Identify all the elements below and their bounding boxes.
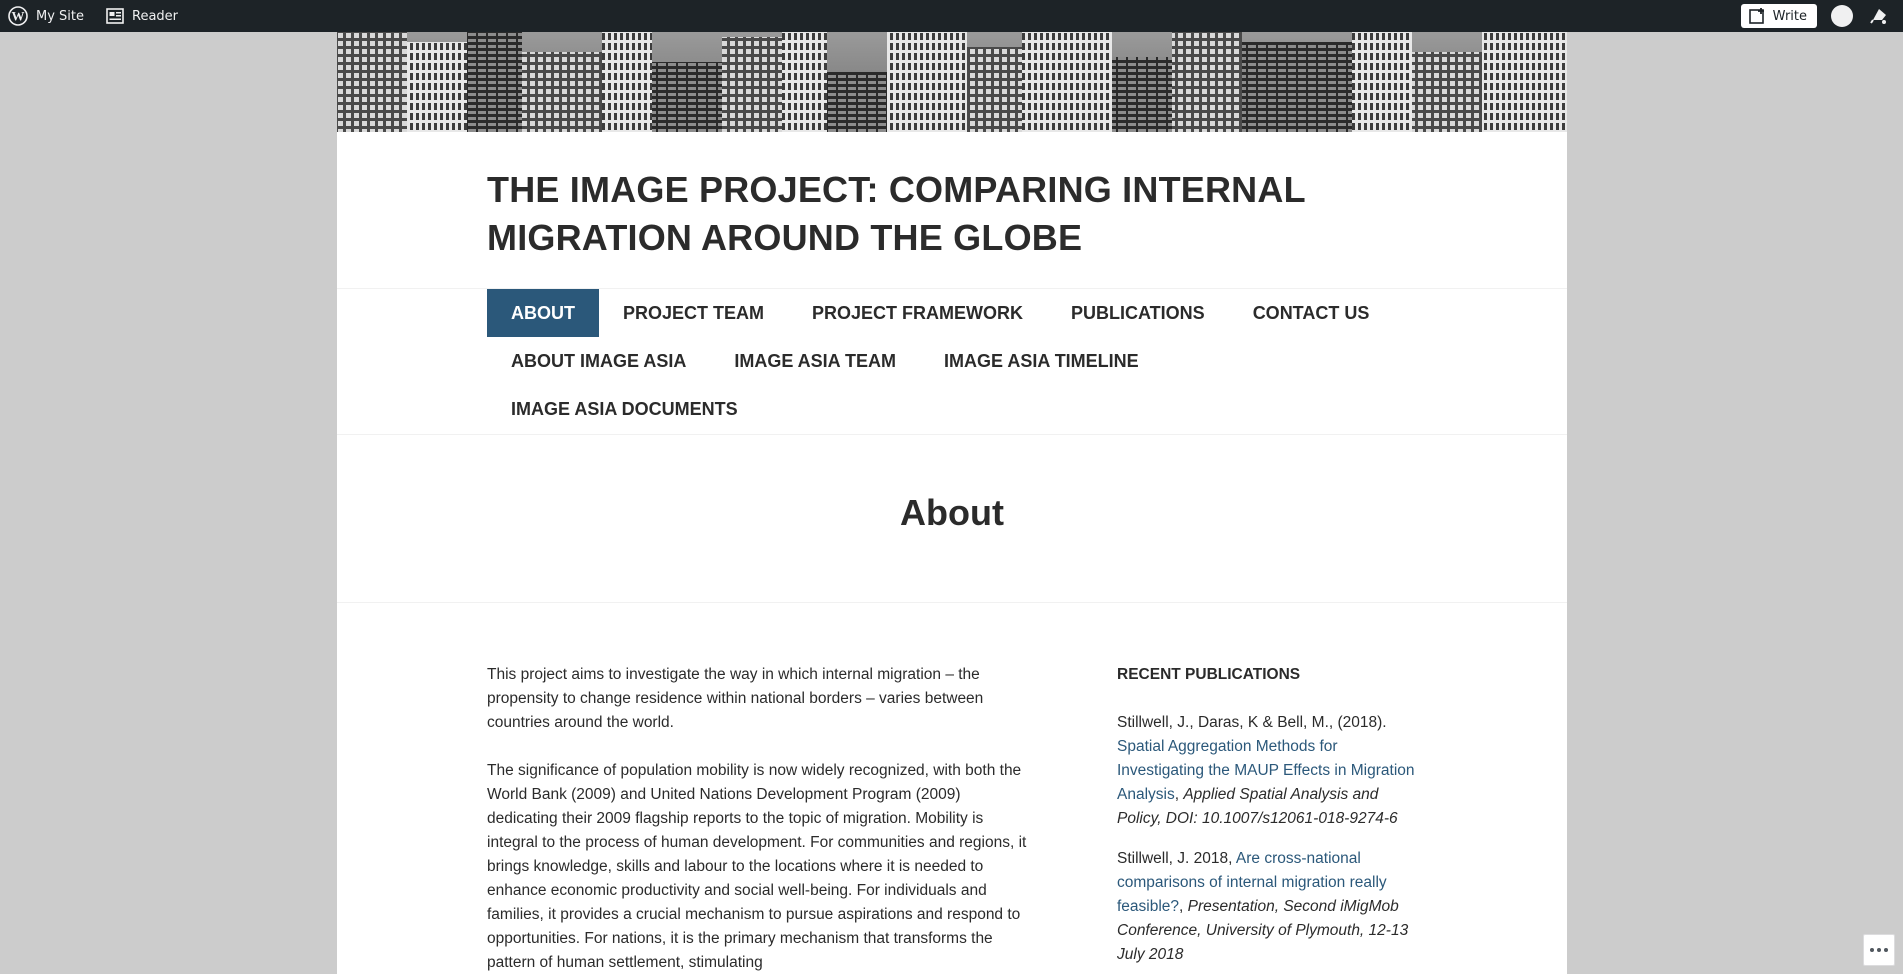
publication-item: Stillwell, J., Daras, K & Bell, M., (201… — [1117, 711, 1427, 831]
ellipsis-icon — [1870, 948, 1874, 952]
main-navigation: ABOUT PROJECT TEAM PROJECT FRAMEWORK PUB… — [487, 289, 1427, 433]
nav-contact-us[interactable]: CONTACT US — [1229, 289, 1394, 337]
publication-item: Stillwell, J. 2018, Are cross-national c… — [1117, 847, 1427, 967]
nav-image-asia-timeline[interactable]: IMAGE ASIA TIMELINE — [920, 337, 1163, 385]
avatar[interactable] — [1831, 5, 1853, 27]
page-title: About — [900, 492, 1004, 533]
write-label: Write — [1772, 8, 1807, 24]
my-site-label: My Site — [36, 8, 85, 24]
admin-bar: W My Site Reader Write — [0, 0, 1903, 32]
more-actions-button[interactable] — [1863, 934, 1895, 966]
reader-icon — [106, 8, 124, 24]
wordpress-logo-icon: W — [8, 6, 28, 26]
divider — [337, 602, 1567, 603]
notifications-bell-icon[interactable] — [1869, 6, 1889, 26]
write-icon — [1748, 8, 1764, 24]
sidebar: RECENT PUBLICATIONS Stillwell, J., Daras… — [1117, 663, 1427, 974]
page-container: THE IMAGE PROJECT: COMPARING INTERNAL MI… — [337, 32, 1567, 974]
publication-separator: , — [1174, 786, 1180, 803]
nav-about[interactable]: ABOUT — [487, 289, 599, 337]
content-paragraph: This project aims to investigate the way… — [487, 666, 984, 731]
content-paragraph: The significance of population mobility … — [487, 762, 1027, 971]
divider — [337, 434, 1567, 435]
nav-project-team[interactable]: PROJECT TEAM — [599, 289, 788, 337]
widget-title: RECENT PUBLICATIONS — [1117, 666, 1301, 683]
nav-image-asia-team[interactable]: IMAGE ASIA TEAM — [710, 337, 920, 385]
my-site-link[interactable]: W My Site — [0, 0, 92, 32]
nav-project-framework[interactable]: PROJECT FRAMEWORK — [788, 289, 1047, 337]
entry-content: This project aims to investigate the way… — [487, 663, 1027, 974]
publication-authors: Stillwell, J., Daras, K & Bell, M., (201… — [1117, 714, 1387, 731]
site-title[interactable]: THE IMAGE PROJECT: COMPARING INTERNAL MI… — [487, 166, 1387, 262]
publication-separator: , — [1179, 898, 1184, 915]
publication-authors: Stillwell, J. 2018, — [1117, 850, 1233, 867]
reader-label: Reader — [132, 8, 179, 24]
nav-publications[interactable]: PUBLICATIONS — [1047, 289, 1229, 337]
reader-link[interactable]: Reader — [98, 0, 186, 32]
header-image — [337, 32, 1567, 132]
svg-text:W: W — [12, 9, 25, 24]
nav-about-image-asia[interactable]: ABOUT IMAGE ASIA — [487, 337, 710, 385]
write-button[interactable]: Write — [1740, 4, 1817, 28]
nav-image-asia-documents[interactable]: IMAGE ASIA DOCUMENTS — [487, 385, 762, 433]
